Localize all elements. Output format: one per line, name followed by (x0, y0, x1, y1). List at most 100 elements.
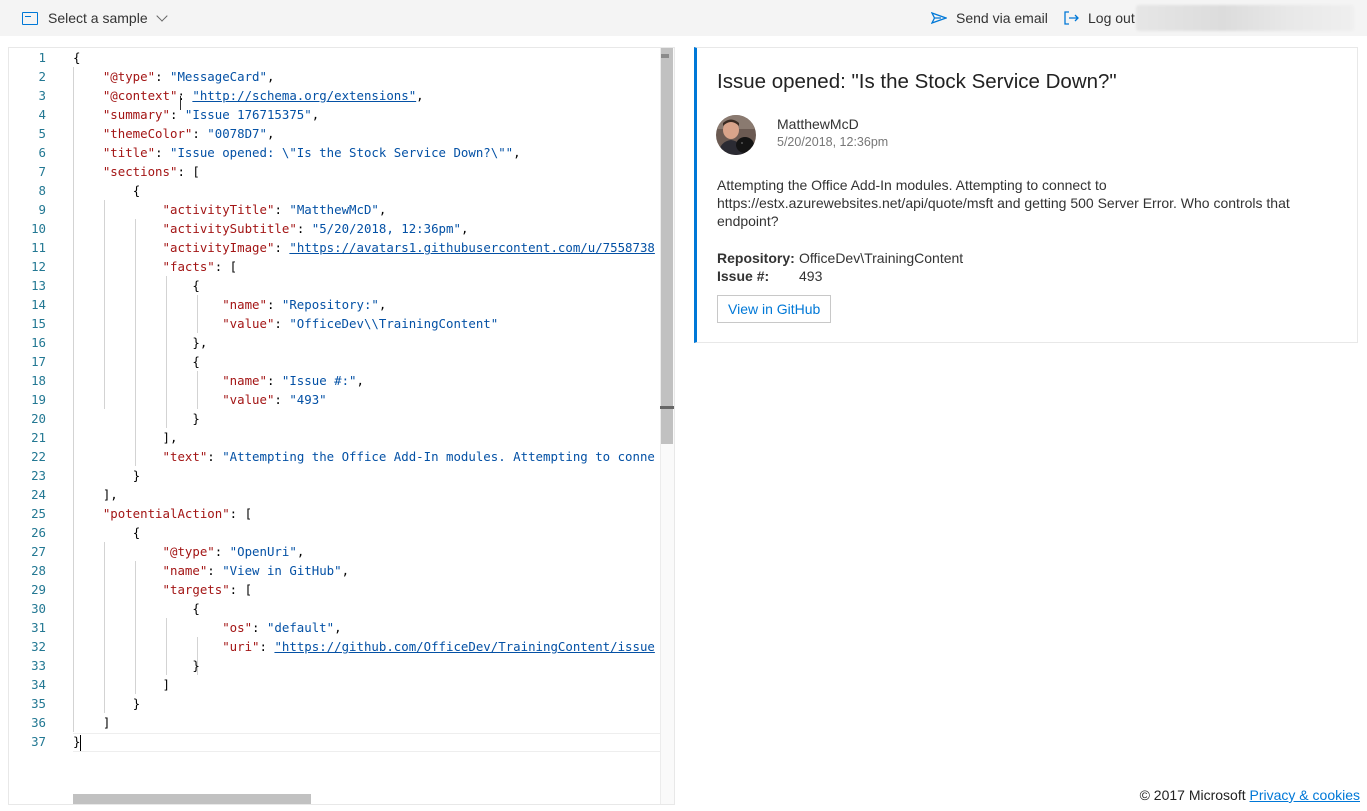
code-token: : (169, 107, 185, 122)
line-number: 22 (31, 449, 46, 464)
code-line: "@context": "http://schema.org/extension… (73, 86, 674, 105)
code-token: , (356, 373, 364, 388)
view-in-github-button[interactable]: View in GitHub (717, 295, 832, 323)
code-token: "themeColor" (102, 126, 193, 141)
line-number: 35 (31, 696, 46, 711)
fact-row: Issue #: 493 (717, 267, 963, 285)
code-line: } (73, 409, 674, 428)
line-number: 12 (31, 259, 46, 274)
code-token: : [ (177, 164, 200, 179)
fact-value: 493 (799, 268, 823, 284)
code-token: "value" (222, 316, 275, 331)
code-token: : (214, 544, 230, 559)
code-token: "0078D7" (207, 126, 267, 141)
code-token: : [ (214, 259, 238, 274)
line-number: 16 (31, 335, 46, 350)
code-line: "summary": "Issue 176715375", (73, 105, 674, 124)
code-token: } (192, 658, 200, 673)
avatar (716, 115, 756, 155)
line-number: 26 (31, 525, 46, 540)
scrollbar-cursor-marker (660, 406, 674, 409)
code-line: "facts": [ (73, 257, 674, 276)
fact-name: Issue #: (717, 268, 770, 284)
send-icon (931, 12, 947, 24)
code-token: ] (102, 715, 111, 730)
code-line: "sections": [ (73, 162, 674, 181)
line-number: 5 (38, 126, 46, 141)
send-via-email-button[interactable]: Send via email (931, 0, 1048, 36)
line-number: 15 (31, 316, 46, 331)
line-number: 8 (38, 183, 46, 198)
code-line: ] (73, 713, 674, 732)
code-token: , (334, 620, 342, 635)
code-token: : (266, 297, 282, 312)
code-line: "value": "OfficeDev\\TrainingContent" (73, 314, 674, 333)
code-token: "name" (222, 297, 267, 312)
code-line: "@type": "MessageCard", (73, 67, 674, 86)
code-line: { (73, 352, 674, 371)
code-token: "493" (289, 392, 327, 407)
card-title: Issue opened: "Is the Stock Service Down… (717, 70, 1117, 93)
line-number: 36 (31, 715, 46, 730)
line-number: 37 (31, 734, 46, 749)
code-line: "name": "Repository:", (73, 295, 674, 314)
code-token: , (416, 88, 424, 103)
line-number: 4 (38, 107, 46, 122)
line-number: 1 (38, 50, 46, 65)
code-line: "text": "Attempting the Office Add-In mo… (73, 447, 674, 466)
code-token: ], (162, 430, 178, 445)
code-token: ], (102, 487, 118, 502)
scrollbar-marker (661, 54, 669, 58)
code-token: , (266, 126, 275, 141)
code-token: "activitySubtitle" (162, 221, 297, 236)
vertical-scrollbar-thumb[interactable] (661, 48, 673, 444)
code-token: } (192, 411, 200, 426)
footer: © 2017 Microsoft Privacy & cookies (1140, 787, 1360, 803)
code-token: : (192, 126, 208, 141)
code-line: { (73, 181, 674, 200)
code-line: { (73, 599, 674, 618)
json-code-editor[interactable]: 1 2 3 4 5 6 7 8 9 10 11 12 13 14 15 16 17 18 19 20 21 22 23 24 2… (8, 47, 675, 805)
line-number: 28 (31, 563, 46, 578)
line-number: 11 (31, 240, 46, 255)
code-token: "uri" (222, 639, 260, 654)
code-line: { (73, 523, 674, 542)
activity-title: MatthewMcD (777, 116, 859, 132)
code-token: { (192, 354, 200, 369)
select-sample-label: Select a sample (48, 10, 148, 26)
sign-out-icon (1063, 10, 1079, 26)
code-token: : (207, 449, 223, 464)
code-token: "@type" (162, 544, 215, 559)
logout-button[interactable]: Log out (1063, 0, 1135, 36)
code-token: : (207, 563, 223, 578)
privacy-cookies-link[interactable]: Privacy & cookies (1250, 787, 1360, 803)
line-number: 27 (31, 544, 46, 559)
code-token: , (311, 107, 320, 122)
line-number: 32 (31, 639, 46, 654)
code-area[interactable]: { "@type": "MessageCard", "@context": "h… (73, 48, 674, 751)
top-bar: Select a sample Send via email Log out (0, 0, 1367, 36)
line-number: 31 (31, 620, 46, 635)
send-via-email-label: Send via email (956, 10, 1048, 26)
code-line: ], (73, 428, 674, 447)
code-line: ], (73, 485, 674, 504)
code-token: "text" (162, 449, 208, 464)
code-token: , (460, 221, 469, 236)
code-token: "Issue 176715375" (184, 107, 312, 122)
activity-subtitle: 5/20/2018, 12:36pm (777, 135, 889, 149)
horizontal-scrollbar-thumb[interactable] (73, 794, 311, 804)
select-sample-dropdown[interactable]: Select a sample (22, 0, 168, 36)
